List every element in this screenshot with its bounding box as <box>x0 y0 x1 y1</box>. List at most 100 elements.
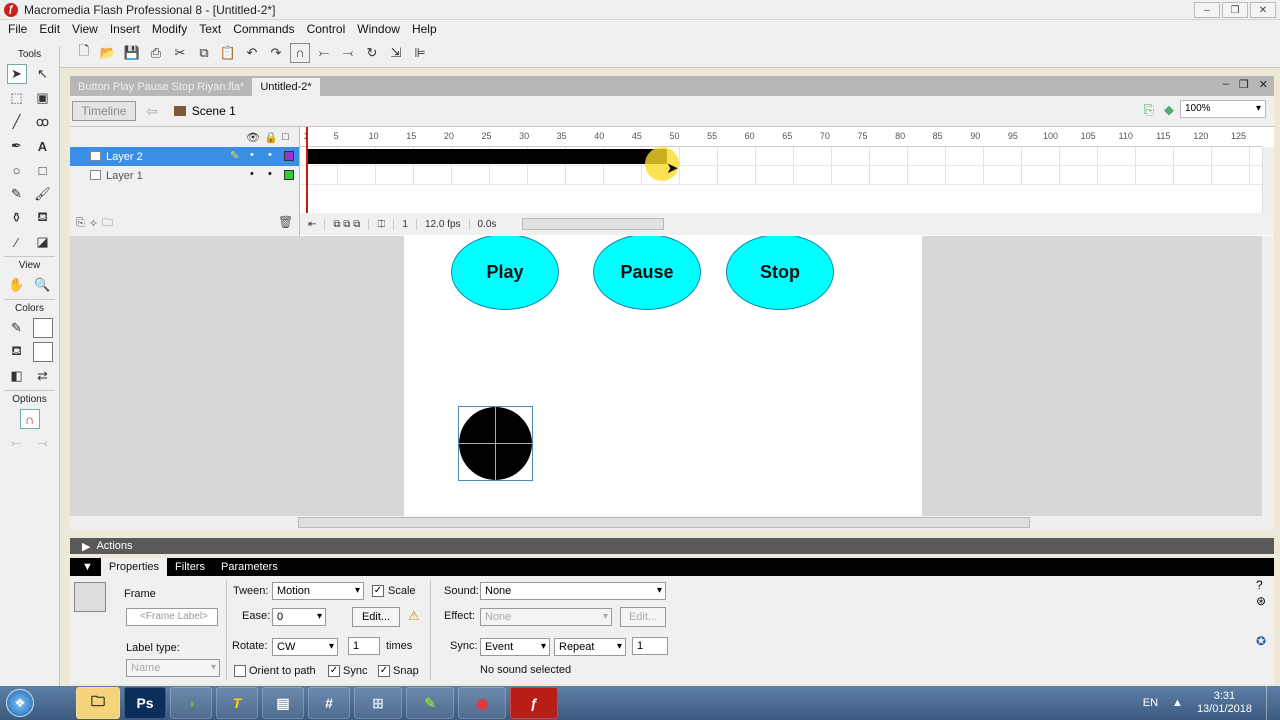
selected-ball-symbol[interactable] <box>458 406 533 481</box>
menu-help[interactable]: Help <box>406 22 443 36</box>
doc-tab-button-play-pause-stop[interactable]: Button Play Pause Stop Riyan.fla* <box>70 78 252 96</box>
edit-symbols-icon[interactable]: ◆ <box>1164 102 1174 118</box>
align-icon[interactable]: ⊫ <box>410 43 430 63</box>
paste-icon[interactable]: 📋 <box>218 43 238 63</box>
pause-button-symbol[interactable]: Pause <box>593 236 701 310</box>
doc-minimize-icon[interactable]: – <box>1223 78 1229 91</box>
stop-button-symbol[interactable]: Stop <box>726 236 834 310</box>
menu-view[interactable]: View <box>66 22 104 36</box>
rotate-select[interactable]: CW <box>272 638 338 656</box>
collapse-triangle-icon[interactable]: ▼ <box>82 561 93 573</box>
paint-bucket-icon[interactable]: ⛾ <box>33 208 53 228</box>
orient-to-path-checkbox[interactable] <box>234 665 246 677</box>
menu-file[interactable]: File <box>2 22 33 36</box>
tab-filters[interactable]: Filters <box>167 561 213 573</box>
zoom-tool-icon[interactable]: 🔍 <box>33 275 53 295</box>
delete-layer-icon[interactable]: 🗑 <box>278 215 293 229</box>
timeline-vertical-scrollbar[interactable] <box>1262 147 1274 213</box>
outline-all-icon[interactable]: □ <box>282 131 289 143</box>
edit-markers-icon[interactable]: ⎅ <box>368 218 393 230</box>
text-tool-icon[interactable]: A <box>33 136 53 156</box>
swap-colors-icon[interactable]: ⇄ <box>33 366 53 386</box>
stage-horizontal-scrollbar[interactable] <box>70 516 1274 530</box>
free-transform-icon[interactable]: ⬚ <box>7 88 27 108</box>
zoom-select[interactable]: 100% <box>1180 100 1266 118</box>
ease-input[interactable]: 0 <box>272 608 326 626</box>
sound-select[interactable]: None <box>480 582 666 600</box>
sync-event-select[interactable]: Event <box>480 638 550 656</box>
play-button-symbol[interactable]: Play <box>451 236 559 310</box>
smooth-icon[interactable]: ⤚ <box>314 43 334 63</box>
layer-row-layer-2[interactable]: Layer 2 ✎ • • <box>70 147 299 166</box>
stroke-color-swatch[interactable] <box>32 318 53 338</box>
pencil-tool-icon[interactable]: ✎ <box>7 184 27 204</box>
snap-checkbox[interactable]: ✓ <box>378 665 390 677</box>
taskbar-camtasia-icon[interactable]: ◑ <box>170 687 212 719</box>
eraser-icon[interactable]: ◪ <box>33 232 53 252</box>
tray-expand-icon[interactable]: ▲ <box>1172 697 1183 709</box>
menu-window[interactable]: Window <box>351 22 406 36</box>
layer-row-layer-1[interactable]: Layer 1 • • <box>70 166 299 185</box>
menu-modify[interactable]: Modify <box>146 22 193 36</box>
ease-edit-button[interactable]: Edit... <box>352 607 400 627</box>
menu-control[interactable]: Control <box>301 22 352 36</box>
stage-vertical-scrollbar[interactable] <box>1262 236 1274 516</box>
visibility-dot[interactable]: • <box>250 168 254 180</box>
frame-label-input[interactable]: <Frame Label> <box>126 608 218 626</box>
taskbar-photoshop-icon[interactable]: Ps <box>124 687 166 719</box>
scale-checkbox[interactable]: ✓ <box>372 585 384 597</box>
taskbar-text-tool-icon[interactable]: T <box>216 687 258 719</box>
edit-scene-icon[interactable]: ⎘ <box>1144 102 1154 118</box>
taskbar-calculator-icon[interactable]: # <box>308 687 350 719</box>
menu-insert[interactable]: Insert <box>104 22 146 36</box>
warning-icon[interactable]: ⚠ <box>408 608 420 624</box>
restore-button[interactable]: ❐ <box>1222 2 1248 18</box>
lock-dot[interactable]: • <box>268 168 272 180</box>
print-icon[interactable]: ⎙ <box>146 43 166 63</box>
insert-layer-icon[interactable]: ⎘ <box>76 217 85 230</box>
save-icon[interactable]: 💾 <box>122 43 142 63</box>
cut-icon[interactable]: ✂ <box>170 43 190 63</box>
eyedropper-icon[interactable]: ⁄ <box>7 232 27 252</box>
straighten-option-icon[interactable]: ⤙ <box>33 433 53 453</box>
rotate-icon[interactable]: ↻ <box>362 43 382 63</box>
line-tool-icon[interactable]: ╱ <box>7 112 27 132</box>
ink-bottle-icon[interactable]: ⚱ <box>7 208 27 228</box>
visibility-dot[interactable]: • <box>250 149 254 161</box>
tween-select[interactable]: Motion <box>272 582 364 600</box>
layer-outline-color[interactable] <box>284 170 294 180</box>
menu-commands[interactable]: Commands <box>227 22 300 36</box>
frame-grid[interactable]: 1510152025303540455055606570758085909510… <box>300 127 1262 213</box>
show-desktop-button[interactable] <box>1266 686 1276 720</box>
actions-panel-header[interactable]: ▶ Actions <box>70 538 1274 554</box>
tab-parameters[interactable]: Parameters <box>213 561 286 573</box>
rotate-times-input[interactable]: 1 <box>348 637 380 655</box>
stage-hscroll-thumb[interactable] <box>298 517 1030 528</box>
panel-options-icon[interactable]: ⊛ <box>1256 594 1266 608</box>
clock[interactable]: 3:31 13/01/2018 <box>1197 690 1252 716</box>
start-button[interactable]: ❖ <box>0 686 40 720</box>
taskbar-explorer-icon[interactable]: 🗀 <box>76 687 120 719</box>
gradient-transform-icon[interactable]: ▣ <box>33 88 53 108</box>
onion-skin-icons[interactable]: ⧉ ⧉ ⧉ <box>324 218 368 230</box>
language-indicator[interactable]: EN <box>1143 697 1158 709</box>
stroke-color-icon[interactable]: ✎ <box>7 318 27 338</box>
doc-restore-icon[interactable]: ❐ <box>1239 78 1249 91</box>
playhead[interactable] <box>306 127 308 213</box>
lasso-tool-icon[interactable]: ꝏ <box>33 112 53 132</box>
close-button[interactable]: ✕ <box>1250 2 1276 18</box>
selection-tool-icon[interactable]: ➤ <box>6 64 27 84</box>
default-colors-icon[interactable]: ◧ <box>7 366 27 386</box>
taskbar-document-icon[interactable]: ▤ <box>262 687 304 719</box>
rectangle-tool-icon[interactable]: □ <box>33 160 53 180</box>
taskbar-file-manager-icon[interactable]: ⊞ <box>354 687 402 719</box>
help-icon[interactable]: ? <box>1256 578 1263 592</box>
hand-tool-icon[interactable]: ✋ <box>7 275 27 295</box>
brush-tool-icon[interactable]: 🖌 <box>33 184 53 204</box>
tab-properties[interactable]: Properties <box>100 558 168 576</box>
effect-edit-button[interactable]: Edit... <box>620 607 666 627</box>
fill-color-icon[interactable]: ⛾ <box>7 342 27 362</box>
accessibility-icon[interactable]: ✪ <box>1256 634 1266 648</box>
subselection-tool-icon[interactable]: ↖ <box>33 64 53 84</box>
frame-ruler[interactable]: 1510152025303540455055606570758085909510… <box>300 127 1262 147</box>
